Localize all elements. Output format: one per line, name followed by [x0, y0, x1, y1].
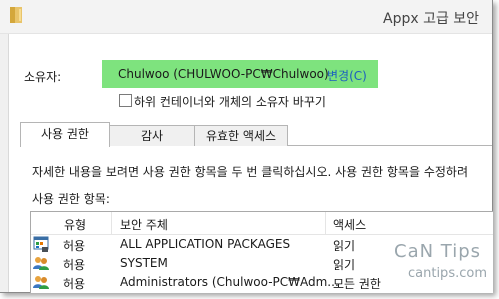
row-principal: SYSTEM — [120, 256, 168, 270]
column-header-principal[interactable]: 보안 주체 — [120, 216, 168, 233]
tab-auditing[interactable]: 감사 — [108, 125, 196, 146]
tab-permissions[interactable]: 사용 권한 — [20, 122, 110, 147]
row-access: 모든 권한 — [333, 277, 381, 291]
row-access: 읽기 — [333, 239, 356, 253]
permission-entries-label: 사용 권한 항목: — [32, 192, 110, 206]
owner-value: Chulwoo (CHULWOO-PC₩Chulwoo) — [118, 67, 329, 81]
row-type: 허용 — [63, 239, 86, 253]
column-separator[interactable] — [325, 212, 326, 234]
column-separator[interactable] — [111, 212, 112, 234]
watermark-title: CaN Tips — [394, 241, 482, 262]
tab-effective-access[interactable]: 유효한 액세스 — [194, 125, 288, 146]
window-title: Appx 고급 보안 — [383, 11, 480, 27]
instructions-text: 자세한 내용을 보려면 사용 권한 항목을 두 번 클릭하십시오. 사용 권한 … — [32, 165, 468, 179]
screenshot-page: Appx 고급 보안 소유자: Chulwoo (CHULWOO-PC₩Chul… — [0, 0, 499, 299]
folder-icon — [10, 7, 22, 23]
row-principal: ALL APPLICATION PACKAGES — [120, 237, 291, 251]
users-icon — [33, 274, 49, 290]
watermark-url: cantips.com — [408, 266, 487, 281]
row-type: 허용 — [63, 258, 86, 272]
row-principal: Administrators (Chulwoo-PC₩Adm... — [120, 275, 339, 289]
app-packages-icon — [33, 236, 49, 252]
list-header: 유형 보안 주체 액세스 — [31, 212, 493, 235]
row-type: 허용 — [63, 277, 86, 291]
users-icon — [33, 255, 49, 271]
row-access: 읽기 — [333, 258, 356, 272]
change-owner-link[interactable]: 변경(C) — [327, 67, 367, 84]
title-bar: Appx 고급 보안 — [0, 0, 492, 34]
column-header-access[interactable]: 액세스 — [333, 216, 366, 233]
column-header-type[interactable]: 유형 — [64, 216, 86, 233]
owner-label: 소유자: — [24, 70, 62, 84]
replace-owner-checkbox-label[interactable]: 하위 컨테이너와 개체의 소유자 바꾸기 — [134, 93, 326, 110]
replace-owner-checkbox[interactable] — [119, 94, 132, 107]
